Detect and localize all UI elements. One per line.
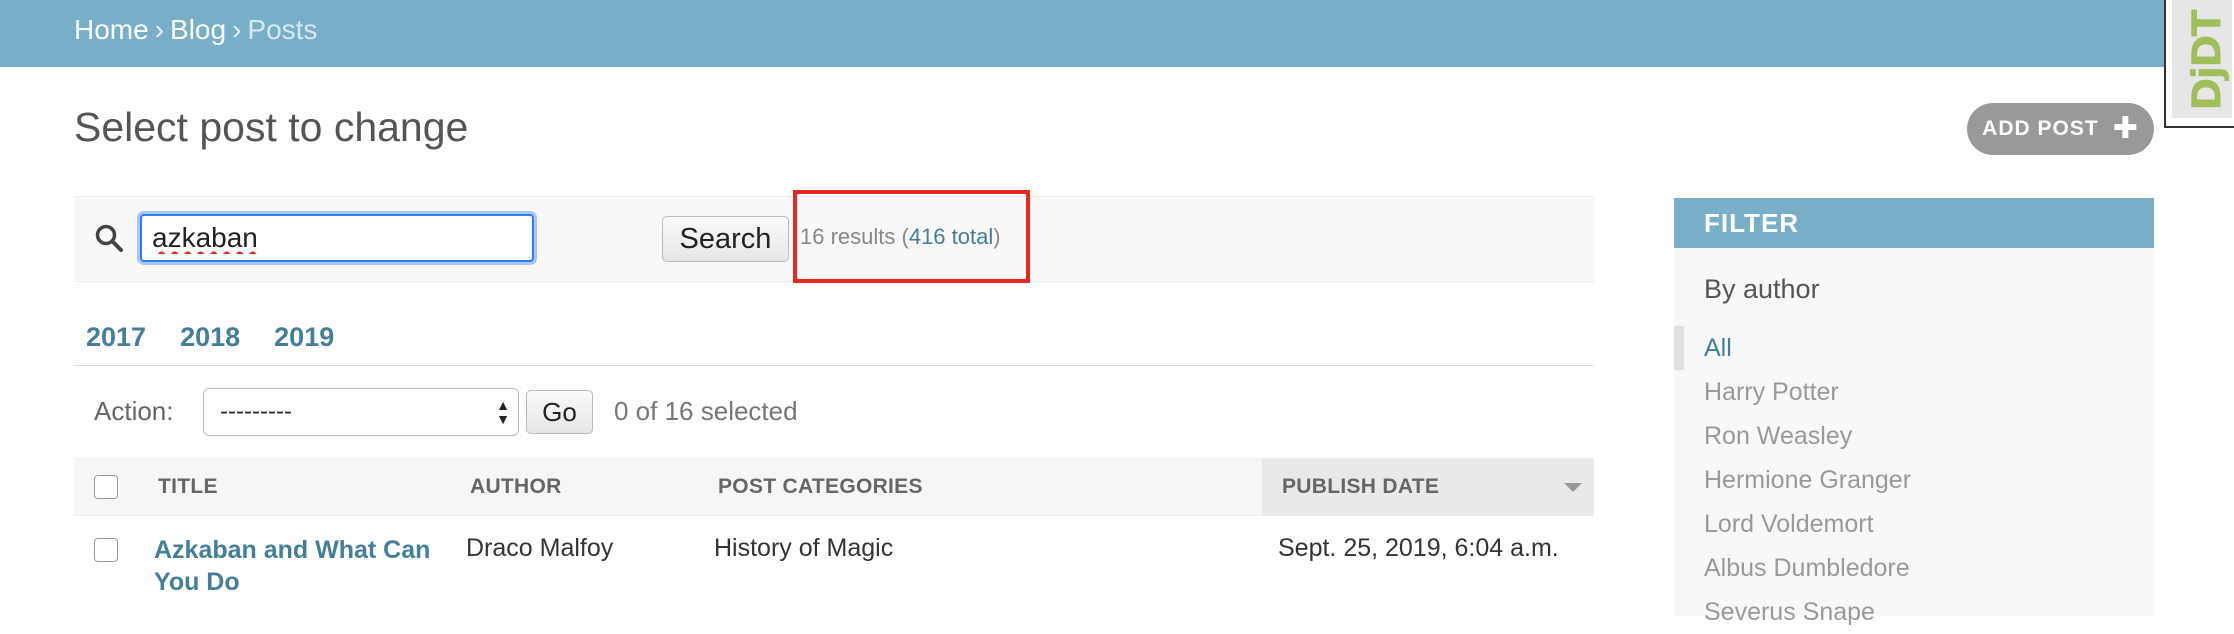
post-author: Draco Malfoy — [466, 534, 614, 562]
breadcrumb-blog-link[interactable]: Blog — [170, 14, 226, 45]
page-title: Select post to change — [74, 104, 469, 150]
filter-panel: FILTER By author All Harry Potter Ron We… — [1674, 198, 2154, 626]
add-post-label: ADD POST — [1982, 117, 2099, 140]
filter-option-hermione-granger[interactable]: Hermione Granger — [1674, 458, 1911, 502]
table-header: TITLE AUTHOR POST CATEGORIES PUBLISH DAT… — [74, 458, 1594, 516]
filter-option-harry-potter[interactable]: Harry Potter — [1674, 370, 1911, 414]
filter-options: All Harry Potter Ron Weasley Hermione Gr… — [1674, 326, 1911, 634]
filter-option-albus-dumbledore[interactable]: Albus Dumbledore — [1674, 546, 1911, 590]
debug-toolbar-label: DjDT — [2184, 11, 2231, 111]
table-row: Azkaban and What Can You Do Draco Malfoy… — [74, 516, 1594, 616]
top-bar: Home › Blog › Posts — [0, 0, 2234, 67]
breadcrumb-separator: › — [232, 14, 242, 45]
breadcrumb-current: Posts — [247, 14, 318, 45]
go-button[interactable]: Go — [526, 390, 593, 434]
action-label: Action: — [94, 396, 174, 426]
column-header-title[interactable]: TITLE — [158, 475, 218, 499]
debug-toolbar-handle[interactable]: DjDT — [2164, 0, 2234, 128]
search-icon — [95, 224, 123, 252]
filter-header: FILTER — [1674, 198, 2154, 248]
column-header-publish-date[interactable]: PUBLISH DATE — [1282, 475, 1439, 499]
breadcrumb-separator: › — [154, 14, 165, 45]
date-link-2018[interactable]: 2018 — [180, 322, 240, 352]
filter-option-all[interactable]: All — [1674, 326, 1911, 370]
post-publish-date: Sept. 25, 2019, 6:04 a.m. — [1278, 534, 1559, 562]
filter-option-severus-snape[interactable]: Severus Snape — [1674, 590, 1911, 634]
post-categories: History of Magic — [714, 534, 894, 562]
select-all-checkbox[interactable] — [94, 475, 118, 499]
search-button[interactable]: Search — [662, 216, 789, 262]
date-link-2019[interactable]: 2019 — [274, 322, 334, 352]
search-input[interactable] — [140, 214, 534, 262]
sort-descending-icon[interactable] — [1564, 483, 1582, 492]
breadcrumb: Home › Blog › Posts — [74, 14, 317, 46]
column-header-post-categories[interactable]: POST CATEGORIES — [718, 475, 923, 499]
action-select-value: --------- — [220, 398, 292, 425]
post-title-link[interactable]: Azkaban and What Can You Do — [154, 534, 454, 598]
action-select[interactable]: --------- ▲ ▼ — [203, 388, 519, 436]
filter-subheading: By author — [1704, 274, 1820, 304]
column-header-author[interactable]: AUTHOR — [470, 475, 562, 499]
row-checkbox[interactable] — [94, 538, 118, 562]
add-post-button[interactable]: ADD POST ✚ — [1967, 103, 2154, 155]
select-arrows-icon: ▲ ▼ — [496, 397, 510, 427]
date-link-2017[interactable]: 2017 — [86, 322, 146, 352]
actions-bar: Action: --------- ▲ ▼ Go 0 of 16 selected — [74, 366, 1594, 456]
filter-option-lord-voldemort[interactable]: Lord Voldemort — [1674, 502, 1911, 546]
plus-icon: ✚ — [2112, 112, 2139, 145]
filter-option-ron-weasley[interactable]: Ron Weasley — [1674, 414, 1911, 458]
date-hierarchy: 2017 2018 2019 — [86, 322, 368, 353]
selected-count: 0 of 16 selected — [614, 396, 798, 426]
breadcrumb-home-link[interactable]: Home — [74, 14, 149, 45]
annotation-highlight-box — [793, 190, 1030, 283]
